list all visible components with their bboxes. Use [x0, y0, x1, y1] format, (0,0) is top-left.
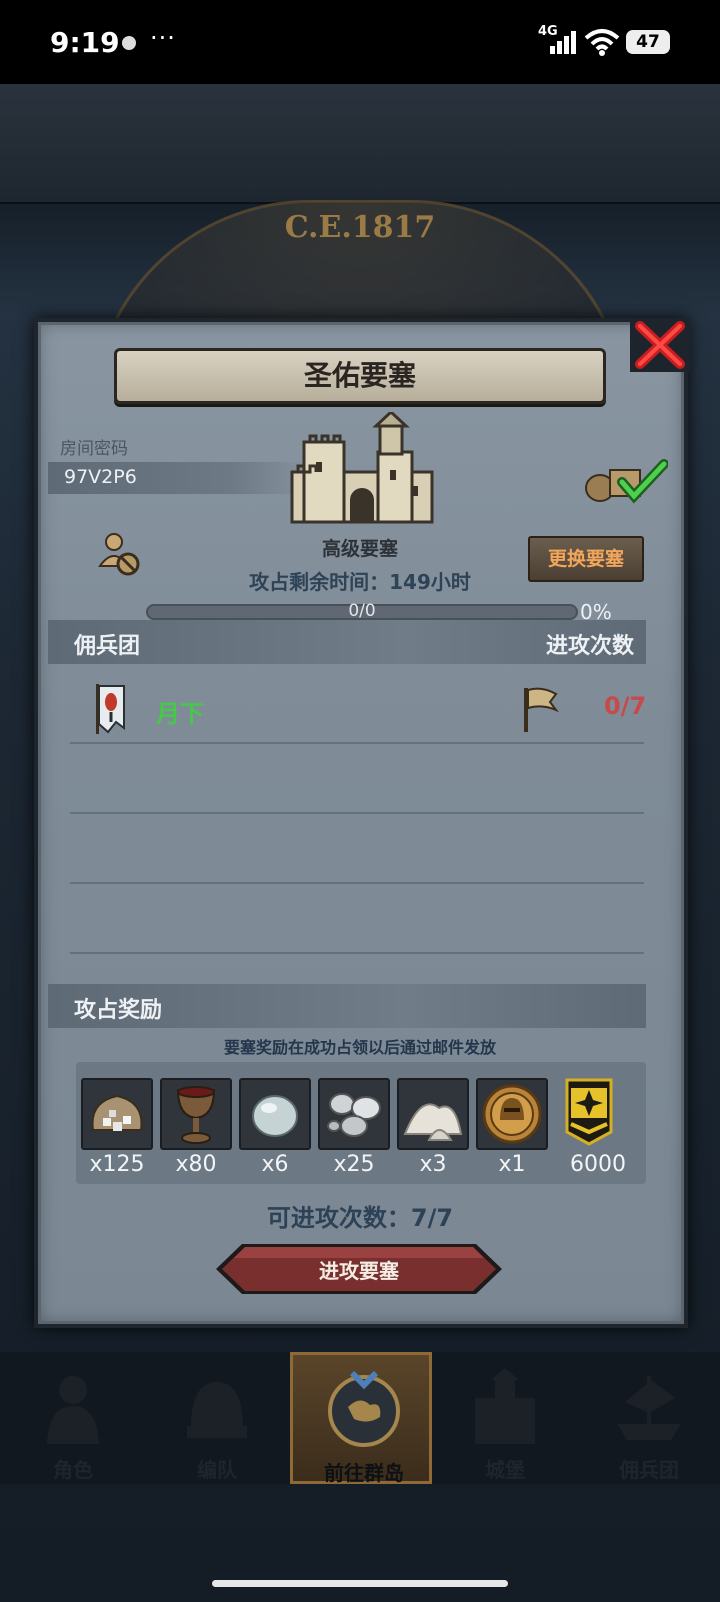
row-divider: [70, 812, 644, 814]
reward-count: x80: [175, 1152, 217, 1177]
ore-sack-icon: [91, 1094, 143, 1131]
helmet-icon: [187, 1382, 247, 1438]
top-banner: [0, 84, 720, 204]
era-label: C.E.1817: [284, 210, 436, 245]
reward-count: x125: [89, 1152, 145, 1177]
close-icon: [635, 321, 685, 369]
guild-banner-icon: [96, 684, 125, 734]
loot-claimed-icon[interactable]: [582, 458, 668, 504]
bottom-navigation: 角色 编队 前往群岛 城堡 佣兵团: [0, 1352, 720, 1485]
reward-slot[interactable]: [318, 1078, 390, 1150]
nav-tab-islands[interactable]: 前往群岛: [290, 1352, 432, 1485]
time-remaining-unit: 小时: [430, 570, 471, 594]
battery-icon: 47: [626, 30, 670, 54]
silver-pile-icon: [327, 1093, 381, 1137]
nav-tab-formation[interactable]: 编队: [146, 1352, 288, 1484]
attack-fortress-label: 进攻要塞: [319, 1259, 399, 1283]
nav-tab-label: 角色: [53, 1458, 93, 1482]
ship-icon: [617, 1376, 681, 1440]
reward-count: x25: [333, 1152, 375, 1177]
rewards-header-label: 攻占奖励: [74, 998, 163, 1023]
castle-icon: [475, 1368, 535, 1444]
room-code-value[interactable]: 97V2P6: [64, 466, 137, 488]
reward-count: 6000: [570, 1152, 626, 1177]
nav-tab-label: 城堡: [485, 1458, 525, 1482]
home-indicator[interactable]: [212, 1580, 508, 1587]
helmet-medal-icon: [482, 1084, 542, 1144]
goblet-icon: [176, 1086, 216, 1144]
reward-note: 要塞奖励在成功占领以后通过邮件发放: [223, 1038, 496, 1057]
mercenary-name: 月下: [156, 700, 204, 728]
time-remaining-value: 149: [389, 570, 431, 594]
compass-map-icon: [328, 1371, 400, 1447]
flag-icon: [524, 687, 560, 732]
knight-icon: [47, 1376, 99, 1444]
notification-app-icon: [122, 36, 136, 50]
close-button[interactable]: [630, 318, 690, 372]
row-divider: [70, 882, 644, 884]
cellular-signal-icon: [550, 31, 576, 54]
nav-tab-label: 佣兵团: [619, 1458, 679, 1482]
reward-slot[interactable]: [555, 1078, 627, 1150]
attack-count-header-label: 进攻次数: [545, 634, 634, 659]
reward-count: x6: [261, 1152, 289, 1177]
nav-tab-character[interactable]: 角色: [2, 1352, 144, 1484]
wifi-icon: [584, 29, 620, 56]
status-bar: 9:19 ··· 4G 47: [0, 0, 720, 84]
reward-count: x3: [419, 1152, 447, 1177]
reward-slot[interactable]: [397, 1078, 469, 1150]
honor-rank-icon: [565, 1078, 613, 1146]
fortress-icon: [290, 412, 434, 524]
occupation-progress-text: 0/0: [348, 601, 376, 621]
attacks-available-value: 7/7: [410, 1204, 454, 1232]
rewards-section-header: 攻占奖励: [48, 984, 646, 1028]
mercenary-header-label: 佣兵团: [74, 634, 141, 659]
row-divider: [70, 952, 644, 954]
mercenary-row[interactable]: 月下 0/7: [48, 676, 646, 742]
time-remaining: 攻占剩余时间：149小时: [0, 566, 720, 595]
salt-pile-icon: [403, 1103, 463, 1141]
row-divider: [70, 742, 644, 744]
reward-slot[interactable]: [160, 1078, 232, 1150]
status-more-indicator: ···: [150, 24, 176, 52]
nav-tab-mercenary[interactable]: 佣兵团: [578, 1352, 720, 1484]
nav-tab-label: 编队: [197, 1458, 237, 1482]
dialog-title: 圣佑要塞: [114, 348, 606, 404]
status-time: 9:19: [50, 26, 120, 59]
nav-tab-label: 前往群岛: [324, 1461, 404, 1485]
room-code-label: 房间密码: [60, 439, 128, 459]
nav-tab-castle[interactable]: 城堡: [434, 1352, 576, 1484]
moonstone-icon: [252, 1095, 298, 1137]
mercenary-section-header: 佣兵团 进攻次数: [48, 620, 646, 664]
reward-slot[interactable]: [239, 1078, 311, 1150]
time-remaining-label: 攻占剩余时间：: [249, 570, 390, 594]
reward-count: x1: [498, 1152, 526, 1177]
attacks-available: 可进攻次数：7/7: [0, 1198, 720, 1233]
reward-slot[interactable]: [81, 1078, 153, 1150]
reward-slot[interactable]: [476, 1078, 548, 1150]
attack-fortress-button[interactable]: 进攻要塞: [214, 1242, 504, 1296]
mercenary-attack-count: 0/7: [604, 692, 647, 720]
attacks-available-label: 可进攻次数：: [266, 1204, 411, 1232]
